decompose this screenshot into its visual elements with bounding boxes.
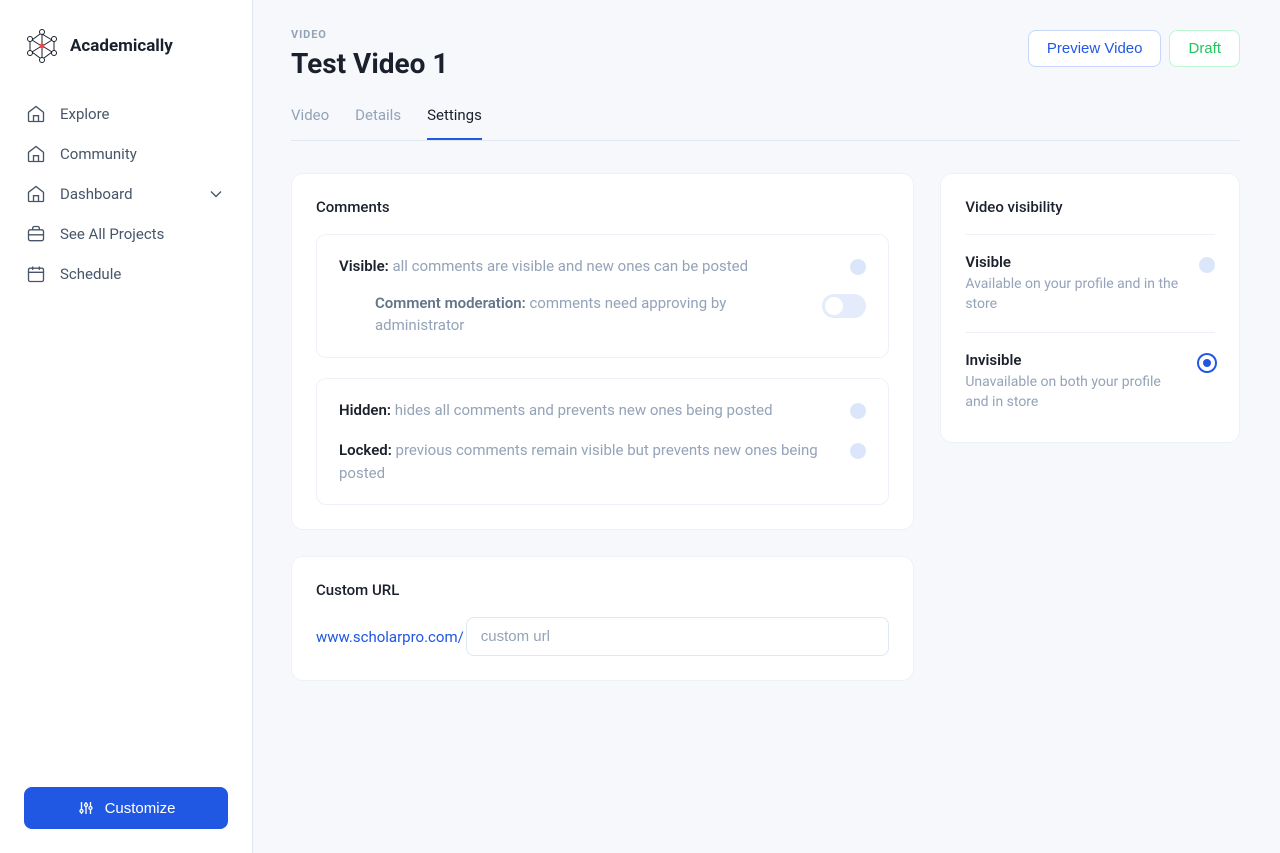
visibility-visible-desc: Available on your profile and in the sto… — [965, 275, 1185, 314]
custom-url-input[interactable] — [466, 617, 890, 656]
brand-logo[interactable]: Academically — [0, 28, 252, 90]
nav-projects[interactable]: See All Projects — [12, 214, 240, 254]
visibility-invisible-title: Invisible — [965, 351, 1185, 369]
home-icon — [26, 144, 46, 164]
sidebar: Academically Explore Community Dashboard… — [0, 0, 253, 853]
comments-moderation-toggle[interactable] — [822, 294, 866, 318]
comments-moderation-text: Comment moderation: comments need approv… — [375, 292, 808, 337]
calendar-icon — [26, 264, 46, 284]
visibility-visible-radio[interactable] — [1199, 257, 1215, 273]
nav-label: See All Projects — [60, 225, 164, 243]
comments-title: Comments — [316, 198, 889, 216]
preview-video-button[interactable]: Preview Video — [1028, 30, 1162, 67]
home-icon — [26, 184, 46, 204]
visibility-card: Video visibility Visible Available on yo… — [940, 173, 1240, 443]
chevron-down-icon — [206, 184, 226, 204]
breadcrumb: VIDEO — [291, 28, 448, 41]
visibility-visible-title: Visible — [965, 253, 1185, 271]
customize-button[interactable]: Customize — [24, 787, 228, 829]
custom-url-title: Custom URL — [316, 581, 889, 599]
nav-label: Schedule — [60, 265, 121, 283]
comments-visible-group: Visible: all comments are visible and ne… — [316, 234, 889, 358]
visibility-invisible-radio[interactable] — [1199, 355, 1215, 371]
logo-icon — [24, 28, 60, 64]
primary-nav: Explore Community Dashboard See All Proj… — [0, 90, 252, 787]
customize-label: Customize — [105, 800, 176, 817]
comments-hidden-text: Hidden: hides all comments and prevents … — [339, 399, 836, 422]
comments-locked-text: Locked: previous comments remain visible… — [339, 439, 836, 484]
tabs: Video Details Settings — [291, 106, 1240, 141]
comments-other-group: Hidden: hides all comments and prevents … — [316, 378, 889, 506]
custom-url-card: Custom URL www.scholarpro.com/ — [291, 556, 914, 681]
nav-dashboard[interactable]: Dashboard — [12, 174, 240, 214]
tab-video[interactable]: Video — [291, 106, 329, 140]
main-content: VIDEO Test Video 1 Preview Video Draft V… — [253, 0, 1280, 853]
draft-button[interactable]: Draft — [1169, 30, 1240, 67]
comments-hidden-radio[interactable] — [850, 403, 866, 419]
nav-label: Explore — [60, 105, 110, 123]
briefcase-icon — [26, 224, 46, 244]
comments-card: Comments Visible: all comments are visib… — [291, 173, 914, 530]
page-title: Test Video 1 — [291, 47, 448, 80]
visibility-invisible-desc: Unavailable on both your profile and in … — [965, 373, 1185, 412]
tab-settings[interactable]: Settings — [427, 106, 482, 140]
visibility-title: Video visibility — [965, 198, 1215, 235]
nav-community[interactable]: Community — [12, 134, 240, 174]
sliders-icon — [77, 799, 95, 817]
comments-visible-radio[interactable] — [850, 259, 866, 275]
home-icon — [26, 104, 46, 124]
nav-label: Community — [60, 145, 137, 163]
comments-locked-radio[interactable] — [850, 443, 866, 459]
comments-visible-text: Visible: all comments are visible and ne… — [339, 255, 836, 278]
brand-name: Academically — [70, 36, 173, 56]
tab-details[interactable]: Details — [355, 106, 401, 140]
nav-explore[interactable]: Explore — [12, 94, 240, 134]
nav-schedule[interactable]: Schedule — [12, 254, 240, 294]
nav-label: Dashboard — [60, 185, 133, 203]
url-prefix: www.scholarpro.com/ — [316, 628, 466, 646]
